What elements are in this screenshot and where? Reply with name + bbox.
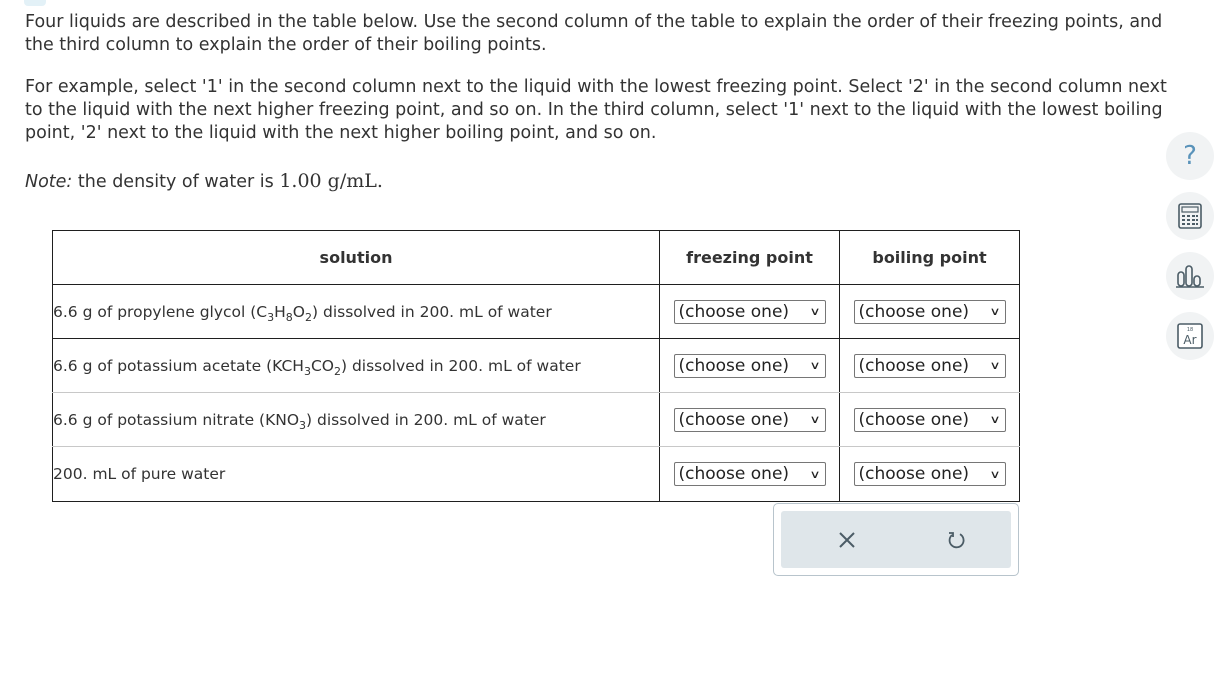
instructions-para-1: Four liquids are described in the table … [25,12,1163,55]
formula-subscript: 8 [285,310,293,324]
freezing-point-cell: (choose one) ∨ [659,338,840,393]
freezing-point-select[interactable]: (choose one) ∨ [673,462,826,486]
liquids-table: solution freezing point boiling point 6.… [52,230,1020,502]
solution-text: ) dissolved in 200. mL of water [312,302,552,321]
freezing-point-cell: (choose one) ∨ [659,446,840,502]
freezing-point-cell: (choose one) ∨ [659,284,840,339]
instructions-para-2: For example, select '1' in the second co… [25,77,1167,143]
solution-text: 6.6 g of propylene glycol (C [53,302,268,321]
note-period: . [376,170,383,192]
close-icon[interactable] [832,525,862,555]
density-note: Note: the density of water is 1.00 g/mL. [25,170,383,192]
boiling-point-select[interactable]: (choose one) ∨ [853,462,1006,486]
formula-subscript: 3 [299,418,307,432]
solution-text: ) dissolved in 200. mL of water [340,356,581,375]
solution-text: ) dissolved in 200. mL of water [306,410,546,429]
solution-description: 200. mL of pure water [52,446,660,502]
formula-element: O [292,302,305,321]
calculator-button[interactable] [1166,192,1214,240]
chevron-down-icon: ∨ [809,467,822,481]
select-value: (choose one) [858,355,970,376]
data-chart-icon [1176,265,1204,288]
select-value: (choose one) [678,355,790,376]
table-row: 6.6 g of potassium acetate (KCH3CO2) dis… [52,338,1020,393]
boiling-point-select[interactable]: (choose one) ∨ [853,353,1006,378]
header-freezing-point: freezing point [659,230,840,285]
formula-element: H [274,302,286,321]
freezing-point-cell: (choose one) ∨ [659,392,840,447]
boiling-point-cell: (choose one) ∨ [839,284,1020,339]
select-value: (choose one) [678,301,790,322]
formula-subscript: 2 [305,310,312,324]
table-row: 6.6 g of propylene glycol (C3H8O2) disso… [52,284,1020,339]
formula-subscript: 3 [303,364,311,378]
help-icon: ? [1183,141,1197,171]
table-row: 6.6 g of potassium nitrate (KNO3) dissol… [52,392,1020,447]
freezing-point-select[interactable]: (choose one) ∨ [673,407,826,432]
top-tab [24,0,46,6]
answer-actions-bar [781,511,1011,568]
chevron-down-icon: ∨ [989,413,1002,426]
table-row: 200. mL of pure water (choose one) ∨ (choos… [52,446,1020,502]
solution-description: 6.6 g of potassium nitrate (KNO3) dissol… [52,392,660,447]
boiling-point-cell: (choose one) ∨ [839,392,1020,447]
freezing-point-select[interactable]: (choose one) ∨ [673,353,826,378]
boiling-point-select[interactable]: (choose one) ∨ [853,299,1006,324]
chevron-down-icon: ∨ [989,305,1002,318]
solution-text: 200. mL of pure water [53,465,226,483]
answer-actions [773,503,1019,576]
chevron-down-icon: ∨ [989,359,1002,372]
undo-icon[interactable] [941,525,971,555]
periodic-tile-symbol: Ar [1183,333,1196,347]
select-value: (choose one) [858,409,970,430]
boiling-point-cell: (choose one) ∨ [839,338,1020,393]
boiling-point-select[interactable]: (choose one) ∨ [853,407,1006,432]
freezing-point-select[interactable]: (choose one) ∨ [673,299,826,324]
formula-element: CO [310,356,334,375]
solution-description: 6.6 g of propylene glycol (C3H8O2) disso… [52,284,660,339]
data-chart-button[interactable] [1166,252,1214,300]
note-label: Note: [25,172,73,192]
instructions: Four liquids are described in the table … [25,11,1185,164]
select-value: (choose one) [678,409,790,430]
solution-text: 6.6 g of potassium nitrate (KNO [53,410,300,429]
solution-text: 6.6 g of potassium acetate (KCH [53,356,304,375]
chevron-down-icon: ∨ [989,467,1002,481]
note-value: 1.00 g/mL [279,170,377,192]
select-value: (choose one) [858,464,970,484]
help-button[interactable]: ? [1166,132,1214,180]
chevron-down-icon: ∨ [809,359,822,372]
periodic-table-button[interactable]: 18 Ar [1166,312,1214,360]
chevron-down-icon: ∨ [809,413,822,426]
select-value: (choose one) [678,464,790,484]
select-value: (choose one) [858,301,970,322]
periodic-table-icon: 18 Ar [1177,323,1203,349]
formula-subscript: 2 [333,364,341,378]
note-text: the density of water is [77,172,274,192]
calculator-icon [1178,203,1202,229]
boiling-point-cell: (choose one) ∨ [839,446,1020,502]
chevron-down-icon: ∨ [809,305,822,318]
solution-description: 6.6 g of potassium acetate (KCH3CO2) dis… [52,338,660,393]
header-solution: solution [52,230,660,285]
header-boiling-point: boiling point [839,230,1020,285]
